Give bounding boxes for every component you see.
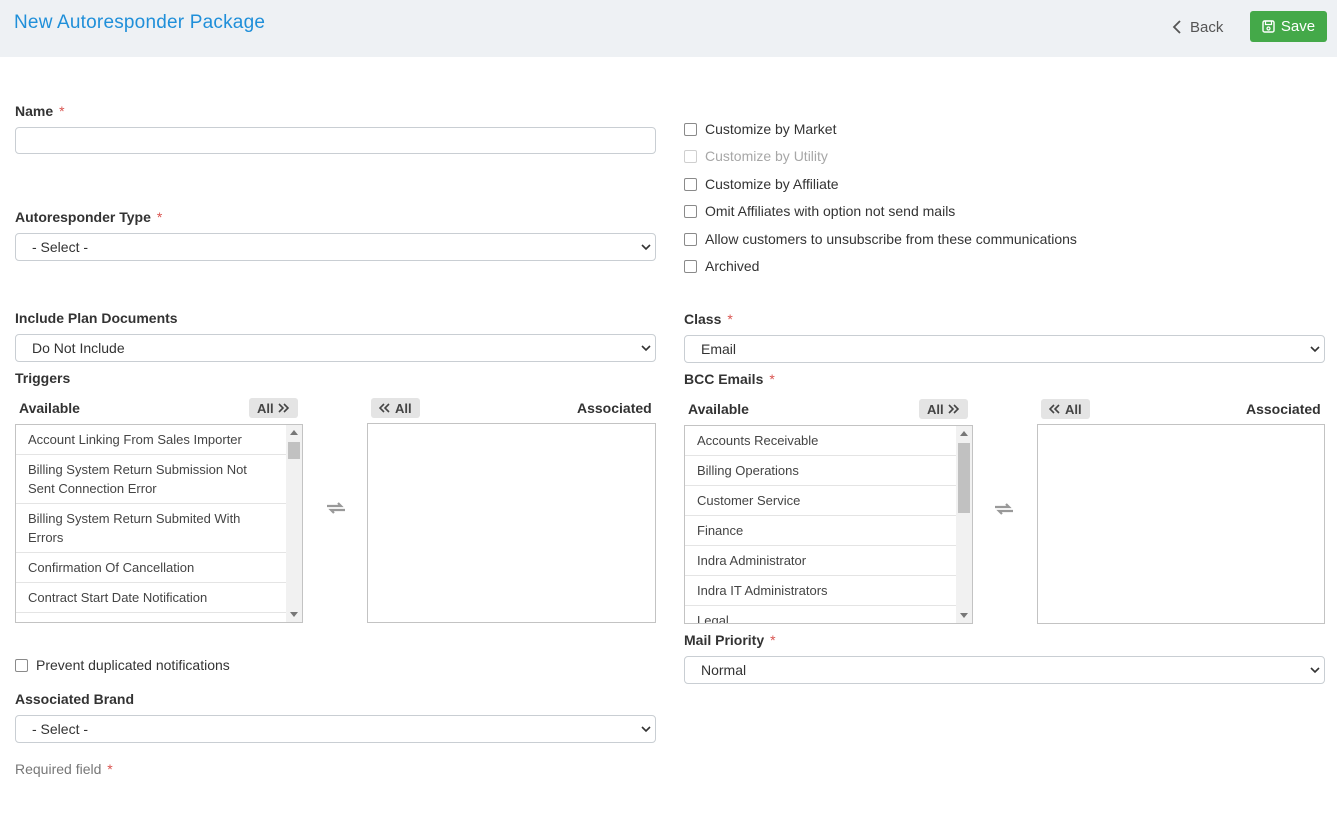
- required-mark: *: [769, 371, 775, 387]
- scroll-thumb[interactable]: [288, 442, 300, 459]
- double-chevron-right-icon: [948, 404, 959, 414]
- option-row[interactable]: Customize by Affiliate: [684, 176, 839, 192]
- include-plan-documents-label: Include Plan Documents: [15, 310, 178, 326]
- header-bar: New Autoresponder Package Back Save: [0, 0, 1337, 57]
- mail-priority-label: Mail Priority *: [684, 632, 776, 648]
- double-chevron-left-icon: [379, 403, 390, 413]
- list-item[interactable]: Accounts Receivable: [685, 426, 956, 456]
- scroll-up-icon[interactable]: [290, 430, 298, 435]
- option-row[interactable]: Allow customers to unsubscribe from thes…: [684, 231, 1077, 247]
- associated-brand-label: Associated Brand: [15, 691, 135, 707]
- triggers-associated-list[interactable]: [367, 423, 656, 623]
- required-mark: *: [727, 311, 733, 327]
- chevron-down-icon: [641, 345, 651, 352]
- list-item[interactable]: Confirmation Of Cancellation: [16, 553, 286, 583]
- triggers-remove-all-button[interactable]: All: [371, 398, 420, 418]
- chevron-down-icon: [641, 726, 651, 733]
- list-item[interactable]: Finance: [685, 516, 956, 546]
- back-button-label: Back: [1190, 18, 1224, 36]
- scroll-thumb[interactable]: [958, 443, 970, 513]
- required-mark: *: [770, 632, 776, 648]
- option-checkbox[interactable]: [684, 259, 697, 273]
- scroll-down-icon[interactable]: [960, 613, 968, 618]
- name-input[interactable]: [15, 127, 656, 154]
- bcc-add-all-button[interactable]: All: [919, 399, 968, 419]
- required-mark: *: [59, 103, 65, 119]
- include-plan-documents-value: Do Not Include: [32, 340, 125, 356]
- list-item[interactable]: Billing System Return Submission Not Sen…: [16, 455, 286, 504]
- triggers-add-all-button[interactable]: All: [249, 398, 298, 418]
- option-label: Archived: [705, 258, 760, 274]
- triggers-associated-label: Associated: [577, 400, 652, 416]
- option-label: Omit Affiliates with option not send mai…: [705, 203, 956, 219]
- mail-priority-select[interactable]: Normal: [684, 656, 1325, 684]
- bcc-available-label: Available: [688, 401, 749, 417]
- scroll-down-icon[interactable]: [290, 612, 298, 617]
- save-icon: [1262, 20, 1275, 33]
- chevron-down-icon: [1310, 667, 1320, 674]
- autoresponder-type-label: Autoresponder Type *: [15, 209, 163, 225]
- option-checkbox[interactable]: [684, 177, 697, 191]
- triggers-scrollbar[interactable]: [286, 425, 302, 622]
- swap-arrows-icon: [995, 503, 1013, 515]
- class-value: Email: [701, 341, 737, 357]
- option-label: Allow customers to unsubscribe from thes…: [705, 231, 1077, 247]
- option-row[interactable]: Archived: [684, 258, 759, 274]
- scroll-up-icon[interactable]: [960, 431, 968, 436]
- option-checkbox[interactable]: [684, 122, 697, 136]
- option-label: Customize by Affiliate: [705, 176, 839, 192]
- autoresponder-type-select[interactable]: - Select -: [15, 233, 656, 261]
- double-chevron-left-icon: [1049, 404, 1060, 414]
- list-item[interactable]: Contract Start Date Notification: [16, 583, 286, 613]
- swap-arrows-icon: [327, 502, 345, 514]
- name-label: Name *: [15, 103, 65, 119]
- bcc-associated-label: Associated: [1246, 401, 1321, 417]
- option-label: Customize by Market: [705, 121, 837, 137]
- triggers-available-list[interactable]: Account Linking From Sales Importer Billi…: [15, 424, 303, 623]
- triggers-available-label: Available: [19, 400, 80, 416]
- list-item[interactable]: Indra IT Administrators: [685, 576, 956, 606]
- list-item[interactable]: Customers: Disabled Bank Account: [16, 613, 286, 622]
- include-plan-documents-select[interactable]: Do Not Include: [15, 334, 656, 362]
- option-row[interactable]: Omit Affiliates with option not send mai…: [684, 203, 955, 219]
- mail-priority-value: Normal: [701, 662, 747, 678]
- associated-brand-value: - Select -: [32, 721, 89, 737]
- bcc-emails-label: BCC Emails *: [684, 371, 775, 387]
- class-label: Class *: [684, 311, 733, 327]
- chevron-left-icon: [1172, 20, 1181, 34]
- required-field-note: Required field *: [15, 761, 113, 777]
- list-item[interactable]: Account Linking From Sales Importer: [16, 425, 286, 455]
- list-item[interactable]: Legal: [685, 606, 956, 623]
- option-row: Customize by Utility: [684, 148, 828, 164]
- autoresponder-type-value: - Select -: [32, 239, 89, 255]
- required-mark: *: [156, 209, 163, 225]
- prevent-duplicated-label: Prevent duplicated notifications: [36, 657, 230, 673]
- bcc-available-list[interactable]: Accounts Receivable Billing Operations Cus…: [684, 425, 973, 624]
- double-chevron-right-icon: [278, 403, 289, 413]
- page-title: New Autoresponder Package: [14, 12, 266, 33]
- associated-brand-select[interactable]: - Select -: [15, 715, 656, 743]
- list-item[interactable]: Billing System Return Submited With Erro…: [16, 504, 286, 553]
- prevent-duplicated-checkbox-row[interactable]: Prevent duplicated notifications: [15, 657, 230, 673]
- triggers-label: Triggers: [15, 370, 71, 386]
- chevron-down-icon: [1310, 346, 1320, 353]
- option-checkbox: [684, 149, 697, 163]
- bcc-associated-list[interactable]: [1037, 424, 1325, 624]
- option-row[interactable]: Customize by Market: [684, 121, 836, 137]
- list-item[interactable]: Billing Operations: [685, 456, 956, 486]
- option-checkbox[interactable]: [684, 232, 697, 246]
- back-button[interactable]: Back: [1172, 14, 1223, 40]
- prevent-duplicated-checkbox[interactable]: [15, 658, 28, 672]
- bcc-remove-all-button[interactable]: All: [1041, 399, 1090, 419]
- list-item[interactable]: Indra Administrator: [685, 546, 956, 576]
- save-button[interactable]: Save: [1250, 11, 1327, 42]
- option-label: Customize by Utility: [705, 148, 828, 164]
- bcc-scrollbar[interactable]: [956, 426, 972, 623]
- chevron-down-icon: [641, 244, 651, 251]
- list-item[interactable]: Customer Service: [685, 486, 956, 516]
- option-checkbox[interactable]: [684, 204, 697, 218]
- save-button-label: Save: [1280, 18, 1316, 35]
- class-select[interactable]: Email: [684, 335, 1325, 363]
